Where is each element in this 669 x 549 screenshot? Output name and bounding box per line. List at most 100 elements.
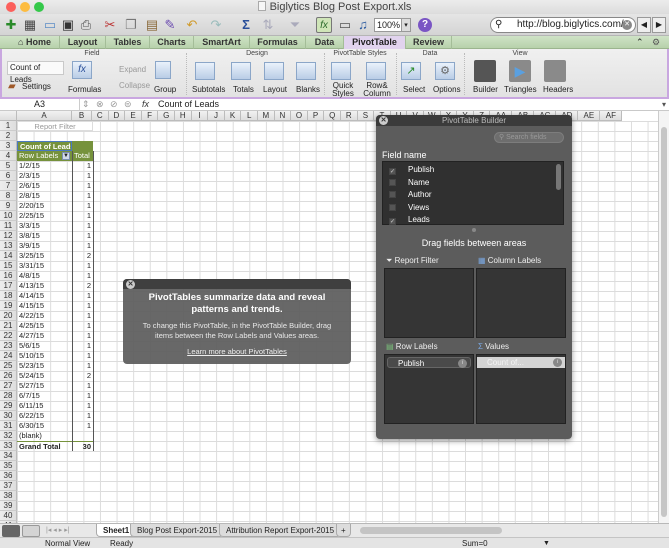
row-header[interactable]: 31 [0,421,17,431]
format-painter-icon[interactable]: ✎ [162,17,178,33]
formula-builder-icon[interactable]: fx [316,17,332,33]
pivot-row-value[interactable]: 1 [72,381,93,391]
filter-icon[interactable]: ⏷ [287,17,303,33]
row-header[interactable]: 15 [0,261,17,271]
tab-review[interactable]: Review [406,36,452,49]
column-header[interactable]: S [357,111,375,121]
row-column-button[interactable]: Row& Column [362,82,392,98]
row-header[interactable]: 6 [0,171,17,181]
pivot-row-label[interactable]: 4/15/15 [17,301,72,311]
collapse-button[interactable]: Collapse [119,81,150,90]
print-icon[interactable]: ⎙ [78,17,94,33]
row-header[interactable]: 2 [0,131,17,141]
column-header[interactable]: J [208,111,225,121]
row-header[interactable]: 12 [0,231,17,241]
value-field-count-of-leads[interactable]: Count of... i [477,357,565,368]
column-header[interactable]: G [158,111,175,121]
clear-search-icon[interactable]: ✕ [622,20,632,30]
tab-formulas[interactable]: Formulas [250,36,306,49]
pivot-row-label[interactable]: 6/11/15 [17,401,72,411]
pivot-row-label[interactable]: 6/7/15 [17,391,72,401]
pivot-row-label[interactable]: 5/6/15 [17,341,72,351]
save-icon[interactable]: ▣ [60,17,76,33]
previous-result-button[interactable]: ◀ [637,17,651,33]
pivot-row-value[interactable]: 1 [72,411,93,421]
column-labels-drop-area[interactable] [476,268,566,338]
pivot-title-cell[interactable]: Count of Leads [17,141,72,151]
group-button[interactable]: Group [154,85,176,94]
pivot-row-label[interactable]: 2/8/15 [17,191,72,201]
grand-total-value[interactable]: 30 [72,441,93,451]
zoom-dropdown[interactable]: ▾ [401,18,411,32]
templates-icon[interactable]: ▦ [22,17,38,33]
field-checkbox[interactable]: ✓ [389,168,396,175]
column-header[interactable]: E [125,111,142,121]
tab-charts[interactable]: Charts [150,36,194,49]
sheet-tab-blog-post-export[interactable]: Blog Post Export-2015 [130,524,225,537]
report-filter-drop-area[interactable] [384,268,474,338]
pivot-row-label[interactable]: (blank) [17,431,72,441]
row-header[interactable]: 17 [0,281,17,291]
row-header[interactable]: 20 [0,311,17,321]
pivot-row-label[interactable]: 3/25/15 [17,251,72,261]
tab-smartart[interactable]: SmartArt [194,36,250,49]
pivot-row-label[interactable]: 1/2/15 [17,161,72,171]
pivot-row-value[interactable]: 1 [72,301,93,311]
pivot-row-value[interactable]: 2 [72,251,93,261]
pivot-row-label[interactable]: 5/10/15 [17,351,72,361]
column-header[interactable]: O [291,111,308,121]
paste-icon[interactable]: ▤ [144,17,160,33]
column-header[interactable]: AE [578,111,601,121]
collapse-ribbon-icon[interactable]: ⌃ [636,36,644,49]
row-header[interactable]: 11 [0,221,17,231]
column-header[interactable]: C [92,111,109,121]
row-header[interactable]: 18 [0,291,17,301]
row-header[interactable]: 38 [0,491,17,501]
settings-button[interactable]: Settings [22,82,51,91]
pivot-row-label[interactable]: 2/3/15 [17,171,72,181]
formulas-button[interactable]: Formulas [68,85,101,94]
normal-view-button[interactable] [2,525,20,537]
column-header[interactable]: P [307,111,325,121]
zoom-level-field[interactable]: 100% [374,18,402,32]
pivot-row-value[interactable]: 1 [72,311,93,321]
column-header[interactable]: Q [324,111,341,121]
pivot-row-label[interactable]: 2/6/15 [17,181,72,191]
pivot-row-value[interactable]: 1 [72,261,93,271]
field-checkbox[interactable] [389,191,396,198]
field-item[interactable]: Author [389,188,432,201]
tab-home[interactable]: ⌂ Home [10,36,60,49]
active-field-name-input[interactable]: Count of Leads [7,61,64,84]
options-button[interactable]: Options [433,85,461,94]
page-layout-view-button[interactable] [22,525,40,537]
row-header[interactable]: 14 [0,251,17,261]
tab-data[interactable]: Data [306,36,344,49]
column-header[interactable]: B [72,111,92,121]
pivot-row-label[interactable]: 5/23/15 [17,361,72,371]
column-header[interactable]: AF [600,111,623,121]
pivot-row-value[interactable]: 1 [72,211,93,221]
row-header[interactable]: 40 [0,511,17,521]
help-icon[interactable]: ? [418,18,432,32]
next-result-button[interactable]: ▶ [652,17,666,33]
undo-icon[interactable]: ↶ [184,17,200,33]
column-header[interactable]: I [191,111,209,121]
redo-icon[interactable]: ↷ [208,17,224,33]
column-header[interactable]: M [258,111,275,121]
search-fields-input[interactable]: ⚲ Search fields [494,132,564,143]
pivot-row-value[interactable]: 1 [72,271,93,281]
insert-function-icon[interactable]: fx [142,99,149,110]
media-icon[interactable]: ♫ [355,17,371,33]
search-field[interactable]: ⚲ http://blog.biglytics.com/ ✕ [490,17,636,33]
pivot-row-value[interactable]: 1 [72,231,93,241]
accept-formula-icon[interactable]: ⊘ [110,99,118,110]
pivot-row-value[interactable]: 1 [72,391,93,401]
copy-icon[interactable]: ❐ [123,17,139,33]
pivot-row-label[interactable]: 3/8/15 [17,231,72,241]
row-header[interactable]: 26 [0,371,17,381]
pivot-row-label[interactable]: 4/8/15 [17,271,72,281]
pivot-row-label[interactable]: 4/13/15 [17,281,72,291]
triangles-button[interactable]: Triangles [504,85,537,94]
pivot-row-label[interactable]: 5/27/15 [17,381,72,391]
row-header[interactable]: 35 [0,461,17,471]
